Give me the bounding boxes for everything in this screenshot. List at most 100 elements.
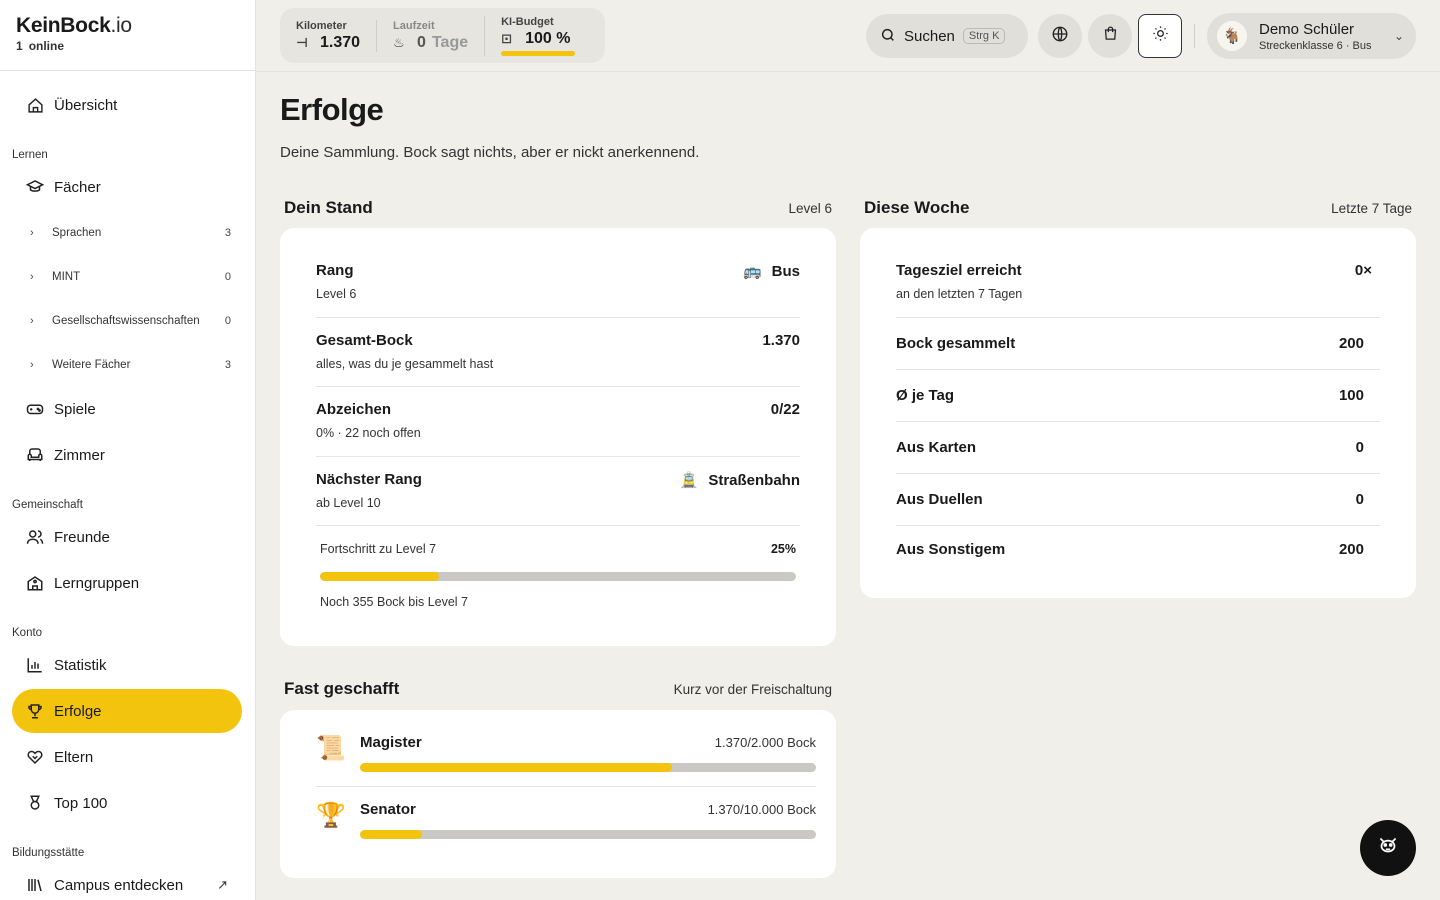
graduation-cap-icon: [26, 178, 44, 196]
row-value: Bus: [771, 262, 800, 280]
progress-track: [320, 572, 796, 581]
row-title: Tagesziel erreicht: [896, 262, 1022, 279]
sidebar-item-label: Campus entdecken: [54, 876, 184, 894]
achievement-progress: 1.370/10.000 Bock: [707, 802, 816, 817]
main-content: Erfolge Deine Sammlung. Bock sagt nichts…: [256, 72, 1440, 900]
sidebar-item-overview[interactable]: Übersicht: [12, 83, 242, 127]
flame-icon: ♨: [393, 34, 405, 50]
almost-item-senator[interactable]: 🏆 Senator 1.370/10.000 Bock: [316, 787, 816, 853]
stat-label: KI-Budget: [501, 15, 554, 28]
signpost-icon: ⊣: [296, 34, 308, 50]
row-title: Nächster Rang: [316, 471, 422, 488]
row-title: Aus Duellen: [896, 491, 983, 508]
progress-fill: [320, 572, 439, 581]
external-link-icon: ↗: [217, 877, 228, 892]
progress-label: Fortschritt zu Level 7: [320, 542, 437, 556]
row-value: 100: [1338, 387, 1364, 404]
medal-icon: [26, 794, 44, 812]
users-icon: [26, 528, 44, 546]
almost-card: 📜 Magister 1.370/2.000 Bock 🏆 Senator 1.…: [280, 710, 836, 878]
progress-track: [360, 830, 816, 839]
sidebar-item-subjects[interactable]: Fächer: [12, 165, 242, 209]
sidebar-item-label: Erfolge: [54, 702, 102, 720]
sidebar-item-statistics[interactable]: Statistik: [12, 643, 242, 687]
sidebar-item-room[interactable]: Zimmer: [12, 433, 242, 477]
chevron-right-icon: ›: [30, 227, 34, 239]
gamepad-icon: [26, 400, 44, 418]
count-badge: 3: [224, 227, 231, 239]
sidebar-item-label: Übersicht: [54, 96, 118, 114]
search-icon: [880, 27, 896, 46]
sidebar-item-label: Zimmer: [54, 446, 105, 464]
achievement-progress: 1.370/2.000 Bock: [714, 735, 816, 750]
search-button[interactable]: Suchen Strg K: [866, 14, 1028, 58]
section-label-school: Bildungsstätte: [12, 847, 85, 859]
row-title: Abzeichen: [316, 401, 392, 418]
row-title: Aus Karten: [896, 439, 977, 456]
stat-label: Kilometer: [296, 19, 347, 32]
achievement-name: Senator: [360, 801, 416, 818]
row-value: 0×: [1354, 262, 1372, 279]
row-title: Aus Sonstigem: [896, 540, 1006, 558]
row-value: 1.370: [762, 332, 800, 349]
row-value: 200: [1338, 540, 1364, 558]
sidebar-subitem-social-sciences[interactable]: › Gesellschaftswissenschaften 0: [30, 299, 231, 343]
chevron-right-icon: ›: [30, 359, 34, 371]
brand: KeinBock.io 1 online: [0, 0, 255, 71]
sidebar-subitem-mint[interactable]: › MINT 0: [30, 255, 231, 299]
section-title: Dein Stand: [284, 198, 373, 217]
home-icon: [26, 96, 44, 114]
row-subtitle: ab Level 10: [316, 496, 381, 510]
almost-item-magister[interactable]: 📜 Magister 1.370/2.000 Bock: [316, 720, 816, 787]
row-subtitle: Level 6: [316, 287, 357, 301]
stand-card: Rang Level 6 🚌 Bus Gesamt-Bock alles, was d…: [280, 228, 836, 646]
goat-mascot-icon: [1375, 832, 1401, 864]
user-menu[interactable]: 🐐 Demo Schüler Streckenklasse 6 · Bus ⌄: [1207, 13, 1416, 59]
sidebar-item-campus[interactable]: Campus entdecken ↗: [12, 863, 242, 900]
progress-note: Noch 355 Bock bis Level 7: [320, 595, 469, 609]
sidebar-item-parents[interactable]: Eltern: [12, 735, 242, 779]
achievement-name: Magister: [360, 734, 422, 751]
sidebar-item-groups[interactable]: Lerngruppen: [12, 561, 242, 605]
section-title: Diese Woche: [864, 198, 970, 217]
sidebar-subitem-more-subjects[interactable]: › Weitere Fächer 3: [30, 343, 231, 387]
week-section-header: Diese Woche Letzte 7 Tage: [864, 198, 1412, 218]
week-card: Tagesziel erreicht an den letzten 7 Tagen…: [860, 228, 1416, 598]
row-title: Rang: [316, 262, 354, 279]
stats-panel: Kilometer ⊣ 1.370 Laufzeit ♨ 0 Tage KI-Budg…: [280, 8, 606, 63]
progress-percent: 25%: [770, 542, 796, 556]
count-badge: 0: [224, 271, 231, 283]
language-button[interactable]: [1038, 14, 1082, 58]
theme-toggle-button[interactable]: [1138, 14, 1182, 58]
chevron-right-icon: ›: [30, 315, 34, 327]
count-badge: 3: [224, 359, 231, 371]
week-row-duels: Aus Duellen 0: [896, 474, 1380, 526]
sidebar-item-label: Eltern: [54, 748, 94, 766]
level-progress: Fortschritt zu Level 7 25% Noch 355 Bock…: [316, 526, 800, 609]
stand-row-rank: Rang Level 6 🚌 Bus: [316, 246, 800, 318]
week-row-cards: Aus Karten 0: [896, 422, 1380, 474]
section-meta: Level 6: [788, 200, 832, 216]
brand-logo[interactable]: KeinBock.io: [16, 14, 255, 38]
heart-handshake-icon: [26, 748, 44, 766]
week-row-other: Aus Sonstigem 200: [896, 526, 1380, 572]
sidebar-item-friends[interactable]: Freunde: [12, 515, 242, 559]
search-label: Suchen: [904, 27, 955, 45]
sidebar-item-label: Lerngruppen: [54, 574, 140, 592]
sidebar-item-top100[interactable]: Top 100: [12, 781, 242, 825]
sidebar-item-games[interactable]: Spiele: [12, 387, 242, 431]
tram-icon: 🚊: [679, 472, 699, 489]
row-value: 0: [1355, 491, 1364, 508]
sidebar-nav: Übersicht Lernen Fächer › Sprachen 3 › MINT…: [0, 71, 255, 900]
section-label-learn: Lernen: [12, 149, 48, 161]
stat-kilometers: Kilometer ⊣ 1.370: [294, 20, 376, 52]
section-title: Fast geschafft: [284, 679, 400, 698]
sidebar-subitem-languages[interactable]: › Sprachen 3: [30, 211, 231, 255]
shop-button[interactable]: [1088, 14, 1132, 58]
sidebar-item-achievements[interactable]: Erfolge: [12, 689, 242, 733]
page-title: Erfolge: [280, 92, 384, 127]
assistant-button[interactable]: [1360, 820, 1416, 876]
stand-row-next-rank: Nächster Rang ab Level 10 🚊 Straßenbahn: [316, 457, 800, 526]
sidebar-item-label: Freunde: [54, 528, 110, 546]
stat-value: 100 %: [525, 29, 571, 47]
